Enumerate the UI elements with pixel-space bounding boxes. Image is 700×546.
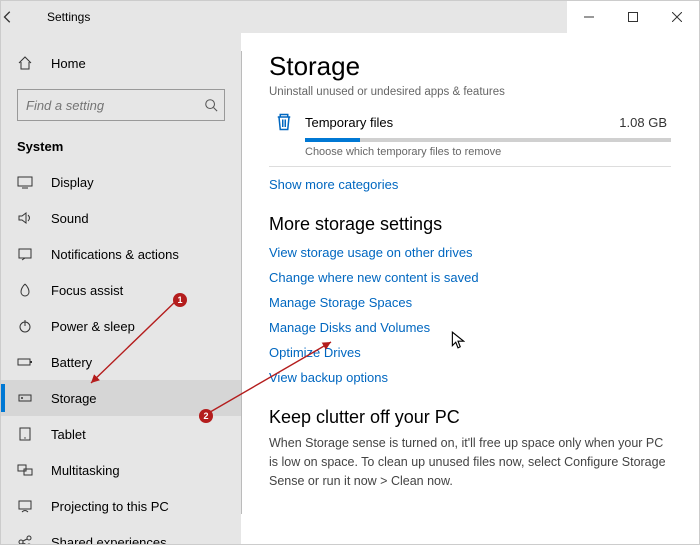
temp-files-card[interactable]: Temporary files 1.08 GB Choose which tem…: [269, 106, 671, 167]
temp-files-sub: Choose which temporary files to remove: [305, 146, 671, 158]
storage-icon: [17, 390, 39, 406]
sidebar-category: System: [1, 133, 241, 164]
sidebar-item-label: Projecting to this PC: [51, 499, 169, 514]
projecting-icon: [17, 498, 39, 514]
maximize-button[interactable]: [611, 1, 655, 33]
sidebar-item-focus-assist[interactable]: Focus assist: [1, 272, 241, 308]
content-pane: Storage Uninstall unused or undesired ap…: [241, 33, 699, 544]
sidebar-item-display[interactable]: Display: [1, 164, 241, 200]
search-icon: [204, 98, 218, 112]
sidebar-item-label: Multitasking: [51, 463, 120, 478]
temp-files-size: 1.08 GB: [619, 115, 671, 130]
search-input[interactable]: [26, 98, 204, 113]
close-button[interactable]: [655, 1, 699, 33]
sidebar-item-label: Power & sleep: [51, 319, 135, 334]
sidebar-home-label: Home: [51, 56, 86, 71]
sidebar-item-tablet[interactable]: Tablet: [1, 416, 241, 452]
notifications-icon: [17, 246, 39, 262]
usage-bar: [305, 138, 671, 142]
display-icon: [17, 174, 39, 190]
sidebar-item-label: Sound: [51, 211, 89, 226]
sidebar-item-label: Display: [51, 175, 94, 190]
link-backup[interactable]: View backup options: [269, 370, 671, 385]
home-icon: [17, 55, 39, 71]
sidebar-item-multitasking[interactable]: Multitasking: [1, 452, 241, 488]
focus-assist-icon: [17, 282, 39, 298]
link-optimize[interactable]: Optimize Drives: [269, 345, 671, 360]
sidebar-item-battery[interactable]: Battery: [1, 344, 241, 380]
shared-icon: [17, 534, 39, 544]
minimize-button[interactable]: [567, 1, 611, 33]
link-disks-volumes[interactable]: Manage Disks and Volumes: [269, 320, 671, 335]
titlebar: Settings: [1, 1, 699, 33]
back-button[interactable]: [1, 10, 41, 24]
sidebar-home[interactable]: Home: [1, 45, 241, 81]
keep-clutter-heading: Keep clutter off your PC: [269, 407, 671, 428]
sidebar-item-power-sleep[interactable]: Power & sleep: [1, 308, 241, 344]
sidebar-item-label: Focus assist: [51, 283, 123, 298]
sidebar-item-label: Shared experiences: [51, 535, 167, 545]
power-icon: [17, 318, 39, 334]
show-more-categories-link[interactable]: Show more categories: [269, 177, 671, 192]
sidebar: Home System Display Sound Notifications …: [1, 33, 241, 544]
link-storage-spaces[interactable]: Manage Storage Spaces: [269, 295, 671, 310]
sidebar-item-label: Notifications & actions: [51, 247, 179, 262]
window-title: Settings: [41, 10, 90, 24]
sidebar-item-projecting[interactable]: Projecting to this PC: [1, 488, 241, 524]
sidebar-item-shared-experiences[interactable]: Shared experiences: [1, 524, 241, 544]
tablet-icon: [17, 426, 39, 442]
search-box[interactable]: [17, 89, 225, 121]
temp-files-title: Temporary files: [299, 115, 619, 130]
sidebar-item-storage[interactable]: Storage: [1, 380, 241, 416]
page-title: Storage: [269, 51, 671, 82]
sidebar-item-sound[interactable]: Sound: [1, 200, 241, 236]
sound-icon: [17, 210, 39, 226]
trash-icon: [269, 112, 299, 132]
sidebar-item-label: Tablet: [51, 427, 86, 442]
battery-icon: [17, 354, 39, 370]
cursor-icon: [451, 331, 465, 349]
sidebar-item-notifications[interactable]: Notifications & actions: [1, 236, 241, 272]
link-new-content[interactable]: Change where new content is saved: [269, 270, 671, 285]
sidebar-item-label: Battery: [51, 355, 92, 370]
multitasking-icon: [17, 462, 39, 478]
page-subtitle: Uninstall unused or undesired apps & fea…: [269, 86, 671, 98]
more-storage-heading: More storage settings: [269, 214, 671, 235]
link-other-drives[interactable]: View storage usage on other drives: [269, 245, 671, 260]
keep-clutter-desc: When Storage sense is turned on, it'll f…: [269, 434, 671, 490]
sidebar-item-label: Storage: [51, 391, 97, 406]
